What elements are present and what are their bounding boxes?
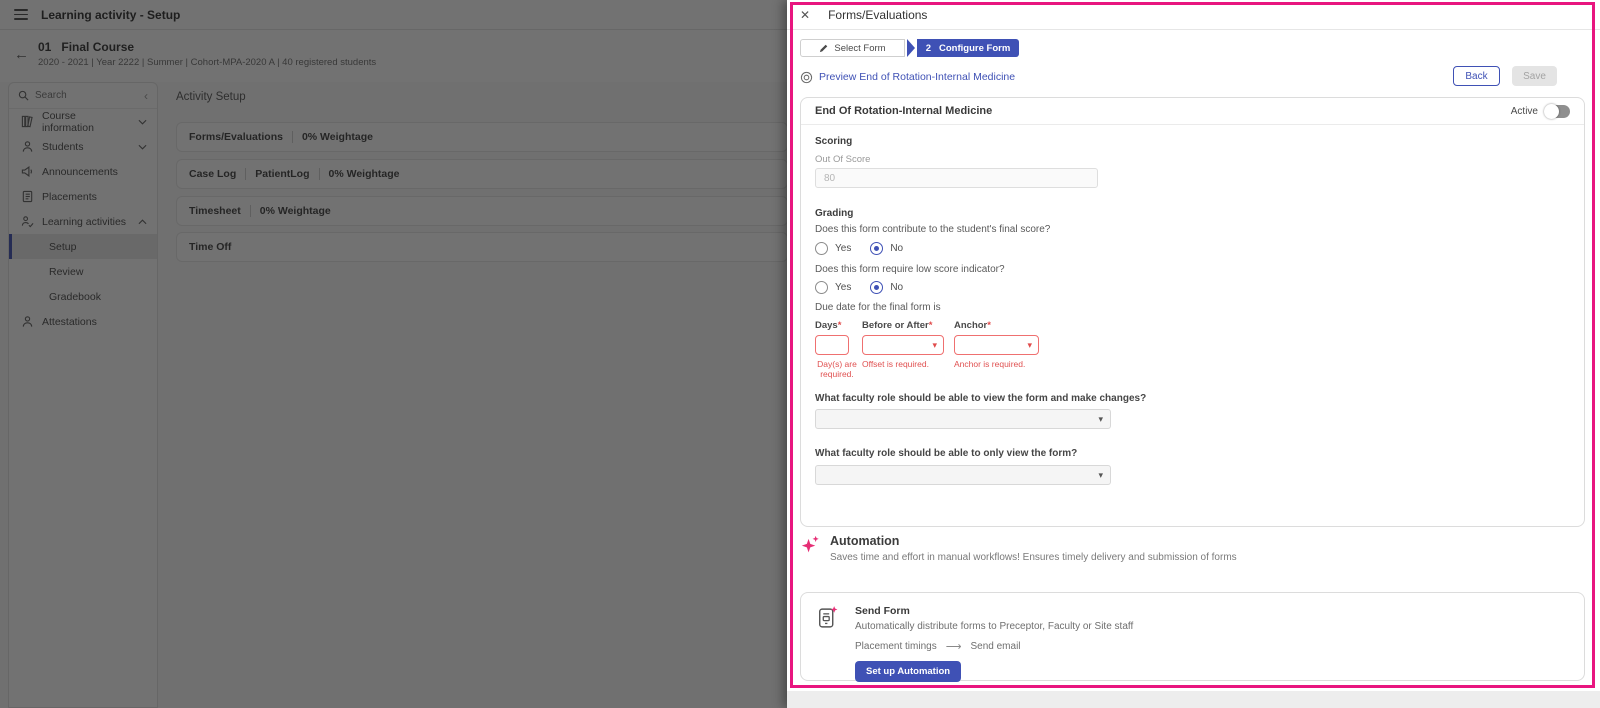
- days-error: Day(s) are required.: [817, 359, 857, 379]
- caret-down-icon: ▾: [1098, 413, 1103, 424]
- pencil-icon: [820, 44, 828, 52]
- preview-form-link[interactable]: Preview End of Rotation-Internal Medicin…: [800, 71, 1015, 84]
- step-configure-form[interactable]: 2 Configure Form: [917, 39, 1019, 57]
- send-form-description: Automatically distribute forms to Precep…: [855, 621, 1134, 632]
- radio-no-selected[interactable]: [870, 281, 884, 294]
- automation-subtitle: Saves time and effort in manual workflow…: [830, 552, 1237, 563]
- drawer-title: Forms/Evaluations: [828, 7, 928, 22]
- out-of-score-input: [815, 168, 1098, 188]
- anchor-error: Anchor is required.: [954, 359, 1026, 369]
- step-select-form[interactable]: Select Form: [800, 39, 905, 57]
- main-app: Learning activity - Setup ← 01 Final Cou…: [0, 0, 788, 708]
- close-icon[interactable]: ✕: [800, 8, 810, 22]
- before-after-label: Before or After*: [862, 320, 933, 331]
- grading-section-label: Grading: [815, 208, 854, 219]
- drawer-bottom-strip: [787, 691, 1600, 708]
- automation-section: Automation Saves time and effort in manu…: [800, 534, 1237, 563]
- back-button[interactable]: Back: [1453, 66, 1500, 86]
- active-toggle[interactable]: [1544, 103, 1570, 119]
- days-label: Days*: [815, 320, 842, 331]
- question-low-score: Does this form require low score indicat…: [815, 264, 1005, 275]
- anchor-select[interactable]: ▾: [954, 335, 1039, 355]
- offset-error: Offset is required.: [862, 359, 929, 369]
- caret-down-icon: ▾: [1098, 469, 1103, 480]
- radio-yes[interactable]: [815, 281, 828, 294]
- question-role-view: What faculty role should be able to only…: [815, 448, 1078, 459]
- screen: Learning activity - Setup ← 01 Final Cou…: [0, 0, 1600, 708]
- send-form-doc-icon: [819, 606, 838, 628]
- modal-overlay: [0, 0, 787, 708]
- flow-to: Send email: [970, 641, 1021, 652]
- low-score-radio-group: Yes No: [815, 281, 915, 294]
- role-view-select[interactable]: ▾: [815, 465, 1111, 485]
- stepper: Select Form 2 Configure Form: [800, 39, 1019, 57]
- flow-from: Placement timings: [855, 641, 937, 652]
- preview-icon: [800, 71, 813, 83]
- drawer-header: ✕ Forms/Evaluations: [787, 0, 1600, 30]
- scoring-section-label: Scoring: [815, 136, 853, 147]
- forms-evaluations-drawer: ✕ Forms/Evaluations Select Form 2 Config…: [787, 0, 1600, 708]
- days-input[interactable]: [815, 335, 849, 355]
- caret-down-icon: ▾: [1027, 339, 1032, 350]
- send-form-title: Send Form: [855, 605, 910, 617]
- set-up-automation-button[interactable]: Set up Automation: [855, 661, 962, 682]
- anchor-label: Anchor*: [954, 320, 991, 331]
- question-final-score: Does this form contribute to the student…: [815, 224, 1051, 235]
- role-edit-select[interactable]: ▾: [815, 409, 1111, 429]
- due-date-label: Due date for the final form is: [815, 302, 941, 313]
- active-label: Active: [1510, 105, 1538, 117]
- automation-flow: Placement timings ⟶ Send email: [855, 640, 1133, 653]
- form-name: End Of Rotation-Internal Medicine: [815, 105, 993, 117]
- send-form-card: Send Form Automatically distribute forms…: [800, 592, 1585, 682]
- out-of-score-label: Out Of Score: [815, 154, 871, 165]
- due-date-fields: Days* Day(s) are required. Before or Aft…: [815, 320, 1049, 379]
- form-config-card: End Of Rotation-Internal Medicine Active…: [800, 97, 1585, 527]
- automation-title: Automation: [830, 534, 900, 548]
- stepper-arrow-icon: [907, 39, 915, 57]
- flow-arrow-icon: ⟶: [945, 641, 962, 653]
- radio-no-selected[interactable]: [870, 242, 884, 255]
- save-button[interactable]: Save: [1512, 66, 1557, 86]
- drawer-actions-row: Preview End of Rotation-Internal Medicin…: [800, 66, 1587, 88]
- before-after-select[interactable]: ▾: [862, 335, 944, 355]
- question-role-edit: What faculty role should be able to view…: [815, 393, 1147, 404]
- final-score-radio-group: Yes No: [815, 242, 915, 255]
- radio-yes[interactable]: [815, 242, 828, 255]
- caret-down-icon: ▾: [932, 339, 937, 350]
- sparkle-icon: [801, 535, 819, 553]
